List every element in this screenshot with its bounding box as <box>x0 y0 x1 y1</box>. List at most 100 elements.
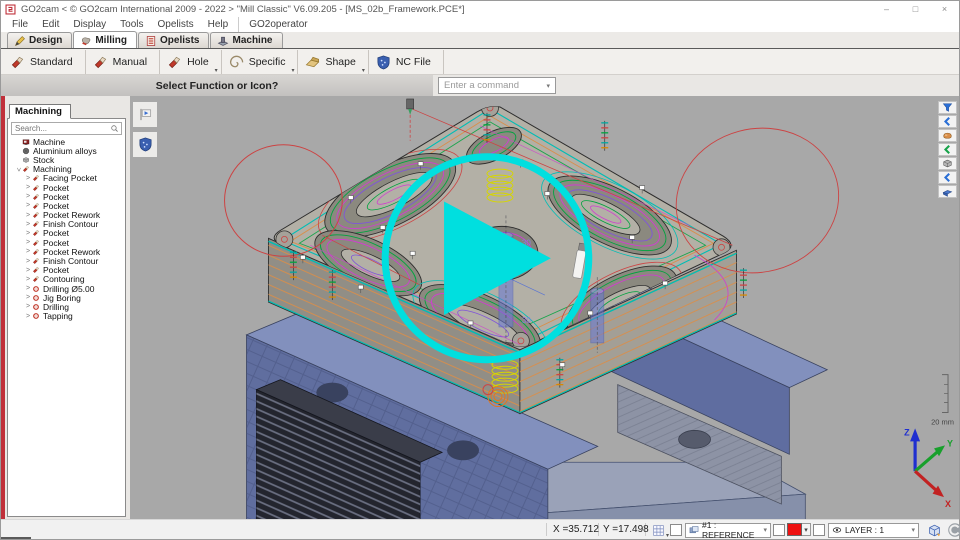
view-solid-view-button-2[interactable] <box>938 129 957 142</box>
layer-selector[interactable]: LAYER : 1 ▾ <box>828 523 919 538</box>
search-box[interactable] <box>11 122 122 135</box>
menu-opelists[interactable]: Opelists <box>151 17 201 32</box>
view-chevron-blue-button-1[interactable] <box>938 115 957 128</box>
command-bar: Select Function or Icon? Enter a command… <box>1 75 959 96</box>
x-coordinate: X =35.712 <box>553 524 599 535</box>
milling-op-icon <box>32 266 40 274</box>
milling-op-icon <box>32 184 40 192</box>
grid-snap-button[interactable]: ▾ <box>649 522 667 538</box>
view-chevron-green-button-3[interactable] <box>938 143 957 156</box>
tool-red-icon <box>93 55 108 70</box>
expander-open-icon[interactable]: > <box>15 165 22 173</box>
ribbon-standard-button[interactable]: Standard <box>3 50 86 74</box>
z-axis-label: Z <box>904 427 910 437</box>
expander-icon[interactable]: > <box>24 248 32 255</box>
expander-icon[interactable]: > <box>24 212 32 219</box>
reference-checkbox[interactable] <box>670 524 682 536</box>
chevron-green-icon <box>942 144 953 155</box>
tab-label: Opelists <box>160 35 199 46</box>
tab-milling[interactable]: Milling <box>73 31 137 48</box>
expander-icon[interactable]: > <box>24 193 32 200</box>
expander-icon[interactable]: > <box>24 267 32 274</box>
menu-display[interactable]: Display <box>66 17 113 32</box>
expander-icon[interactable]: > <box>24 184 32 191</box>
view-cube-icon <box>928 524 941 537</box>
tab-machine[interactable]: Machine <box>210 32 282 48</box>
expander-icon[interactable]: > <box>24 313 32 320</box>
chevron-blue-icon <box>942 172 953 183</box>
nc-file-quick-button[interactable] <box>132 131 158 158</box>
assistant-button[interactable] <box>947 522 960 538</box>
close-button[interactable]: × <box>930 1 959 17</box>
command-dropdown[interactable]: Enter a command ▾ <box>438 77 556 94</box>
tree-item-1-aluminium-alloys[interactable]: Aluminium alloys <box>8 146 125 155</box>
chevron-down-icon: ▾ <box>362 67 365 74</box>
ribbon-manual-button[interactable]: Manual <box>86 50 160 74</box>
scale-label: 20 mm <box>931 417 954 426</box>
ribbon-nc-file-button[interactable]: NC File <box>369 50 444 74</box>
milling-icon <box>80 34 92 46</box>
menu-file[interactable]: File <box>5 17 35 32</box>
view-filter-button-0[interactable] <box>938 101 957 114</box>
expander-icon[interactable]: > <box>24 258 32 265</box>
chevron-blue-icon <box>942 116 953 127</box>
view-stock-view-button-4[interactable] <box>938 157 957 170</box>
menu-edit[interactable]: Edit <box>35 17 66 32</box>
expander-icon[interactable]: > <box>24 294 32 301</box>
ribbon-specific-button[interactable]: Specific▾ <box>222 50 299 74</box>
simulation-button[interactable] <box>132 101 158 128</box>
resize-grip[interactable] <box>1 537 31 539</box>
view-cube-button[interactable] <box>925 522 943 538</box>
x-axis-label: X <box>945 499 951 509</box>
expander-icon[interactable]: > <box>24 230 32 237</box>
layer-checkbox[interactable] <box>813 524 825 536</box>
shape-icon <box>305 55 320 70</box>
view-section-view-button-6[interactable] <box>938 185 957 198</box>
chevron-down-icon: ▾ <box>215 67 218 74</box>
ribbon-button-label: Shape <box>325 56 355 68</box>
expander-icon[interactable]: > <box>24 285 32 292</box>
ribbon-buttons: StandardManualHole▾Specific▾ Shape ▾ NC Fil… <box>3 50 444 74</box>
expander-icon[interactable]: > <box>24 221 32 228</box>
tree-item-19-tapping[interactable]: > Tapping <box>8 312 125 321</box>
menu-go2operator[interactable]: GO2operator <box>238 17 314 32</box>
expander-icon[interactable]: > <box>24 175 32 182</box>
command-label: Select Function or Icon? <box>1 75 433 96</box>
expander-icon[interactable]: > <box>24 202 32 209</box>
chevron-down-icon: ▾ <box>763 526 767 534</box>
panel-accent-stripe <box>1 96 5 519</box>
status-bar: X =35.712 Y =17.498 ▾ #1 : REFERENCE ▾ ▾… <box>1 519 959 539</box>
scale-indicator: 20 mm <box>931 375 954 427</box>
expander-icon[interactable]: > <box>24 239 32 246</box>
machining-panel: Machining MachineAluminium alloysStock>M… <box>7 104 126 517</box>
ribbon-hole-button[interactable]: Hole▾ <box>160 50 222 74</box>
maximize-button[interactable]: □ <box>901 1 930 17</box>
tab-label: Milling <box>95 35 127 46</box>
expander-icon[interactable]: > <box>24 276 32 283</box>
machining-panel-tab[interactable]: Machining <box>9 104 71 119</box>
drilling-op-icon <box>32 312 40 320</box>
milling-op-icon <box>32 202 40 210</box>
nc-shield-icon <box>376 55 391 70</box>
search-icon <box>110 124 121 133</box>
search-input[interactable] <box>12 124 110 133</box>
expander-icon[interactable]: > <box>24 303 32 310</box>
y-axis-label: Y <box>947 438 953 448</box>
drilling-op-icon <box>32 294 40 302</box>
chevron-down-icon: ▾ <box>802 523 811 536</box>
tree-item-label: Tapping <box>43 311 73 321</box>
tab-design[interactable]: Design <box>7 32 72 48</box>
tab-label: Design <box>29 35 62 46</box>
reference-selector[interactable]: #1 : REFERENCE ▾ <box>685 523 771 538</box>
tab-strip: Design Milling Opelists Machine <box>1 32 959 49</box>
ribbon-shape-button[interactable]: Shape ▾ <box>298 50 368 74</box>
milling-op-icon <box>32 193 40 201</box>
milling-op-icon <box>32 229 40 237</box>
menu-help[interactable]: Help <box>201 17 236 32</box>
color-picker[interactable]: ▾ <box>787 523 811 536</box>
color-checkbox[interactable] <box>773 524 785 536</box>
minimize-button[interactable]: – <box>872 1 901 17</box>
view-chevron-blue-button-5[interactable] <box>938 171 957 184</box>
menu-tools[interactable]: Tools <box>113 17 150 32</box>
tab-opelists[interactable]: Opelists <box>138 32 209 48</box>
